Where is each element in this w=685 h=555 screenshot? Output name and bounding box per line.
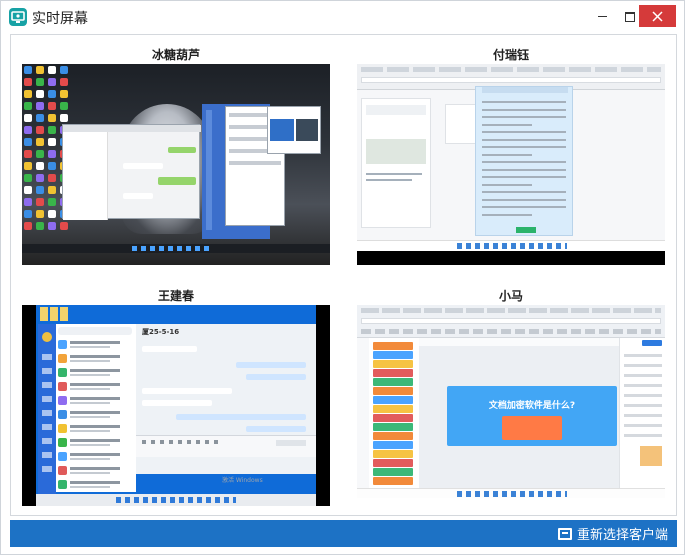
close-button[interactable] bbox=[639, 5, 676, 27]
client-name: 冰糖葫芦 bbox=[151, 48, 200, 62]
client-name: 小马 bbox=[498, 289, 523, 303]
footer-bar: 重新选择客户端 bbox=[10, 520, 677, 547]
reselect-client-label: 重新选择客户端 bbox=[576, 528, 668, 543]
screen-share-icon bbox=[9, 8, 27, 26]
monitor-icon bbox=[557, 527, 572, 540]
screen-grid: 冰糖葫芦 付瑞钰 王建春 厦25-5-16 激活 Windows 小马 文档加密… bbox=[10, 34, 677, 516]
title-bar[interactable]: 实时屏幕 bbox=[1, 1, 684, 33]
client-screen-preview[interactable]: 文档加密软件是什么? bbox=[357, 305, 665, 506]
close-icon bbox=[652, 11, 663, 22]
window-title: 实时屏幕 bbox=[32, 11, 88, 27]
client-name: 付瑞钰 bbox=[492, 48, 529, 62]
client-name: 王建春 bbox=[157, 289, 194, 303]
client-screen-preview[interactable] bbox=[357, 64, 665, 265]
design-headline: 文档加密软件是什么? bbox=[488, 401, 576, 411]
client-screen-preview[interactable]: 厦25-5-16 激活 Windows bbox=[22, 305, 330, 506]
minimize-button[interactable] bbox=[587, 5, 617, 27]
activate-windows-watermark: 激活 Windows bbox=[222, 477, 263, 484]
reselect-client-button[interactable]: 重新选择客户端 bbox=[557, 524, 668, 543]
chat-title: 厦25-5-16 bbox=[142, 328, 180, 336]
realtime-screen-window: 实时屏幕 冰糖葫芦 付瑞钰 王建春 厦25-5-16 激活 Windows 小马… bbox=[0, 0, 685, 555]
client-screen-preview[interactable] bbox=[22, 64, 330, 265]
